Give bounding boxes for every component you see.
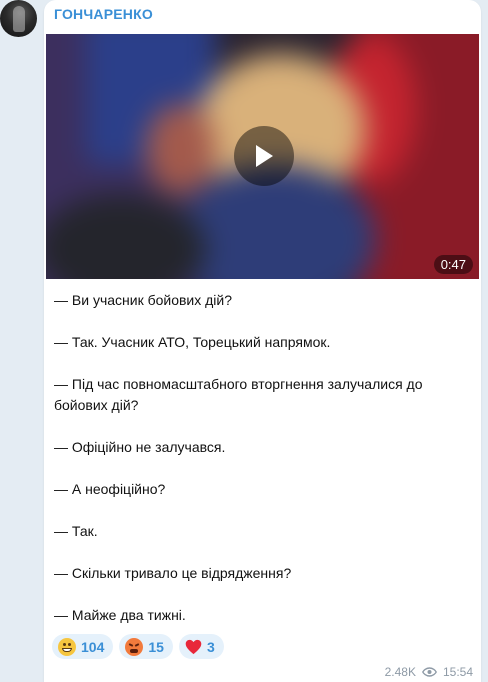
message-paragraph: — Так. — [54, 523, 98, 539]
reaction-count: 3 — [206, 638, 215, 655]
message-paragraph: — Під час повномасштабного вторгнення за… — [54, 376, 423, 413]
message-paragraph: — А неофіційно? — [54, 481, 166, 497]
reaction-grinning[interactable]: 104 — [52, 634, 114, 659]
red-heart-icon — [185, 639, 202, 654]
channel-name[interactable]: ГОНЧАРЕНКО — [54, 6, 153, 22]
message-paragraph: — Так. Учасник АТО, Торецький напрямок. — [54, 334, 331, 350]
reaction-heart[interactable]: 3 — [178, 634, 224, 659]
message-paragraph: — Офіційно не залучався. — [54, 439, 226, 455]
angry-face-icon — [125, 637, 144, 656]
reaction-count: 15 — [148, 638, 164, 655]
message-paragraph: — Скільки тривало це відрядження? — [54, 565, 292, 581]
message-bubble: ГОНЧАРЕНКО 0:47 — Ви учасник бойових дій… — [44, 0, 481, 682]
message-text: — Ви учасник бойових дій? — Так. Учасник… — [54, 290, 474, 647]
message-paragraph: — Ви учасник бойових дій? — [54, 292, 233, 308]
video-player[interactable]: 0:47 — [46, 34, 479, 279]
message-meta: 2.48K 15:54 — [385, 665, 473, 679]
avatar-figure — [13, 6, 25, 32]
view-count: 2.48K — [384, 665, 416, 679]
channel-avatar[interactable] — [0, 0, 37, 37]
message-paragraph: — Майже два тижні. — [54, 607, 186, 623]
reaction-angry[interactable]: 15 — [119, 634, 173, 659]
play-button[interactable] — [234, 126, 294, 186]
reactions-bar: 104 15 3 — [52, 634, 224, 659]
play-icon — [256, 145, 273, 167]
grinning-face-icon — [58, 637, 76, 656]
reaction-count: 104 — [81, 638, 105, 655]
eye-icon — [421, 667, 437, 677]
message-time: 15:54 — [442, 665, 473, 679]
video-duration: 0:47 — [433, 255, 473, 274]
